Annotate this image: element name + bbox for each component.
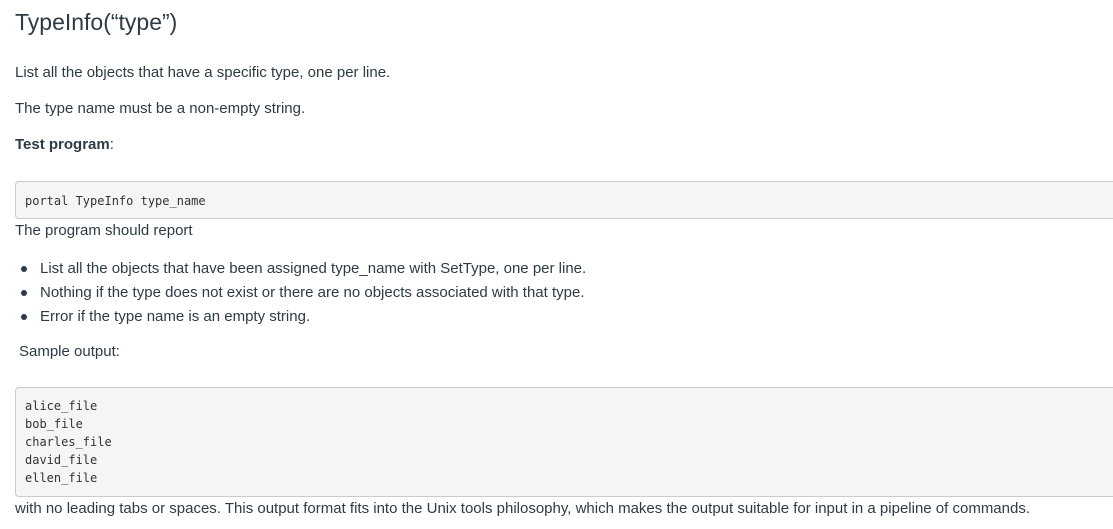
sample-output-code-block: alice_file bob_file charles_file david_file… [15,387,1113,497]
bullet-icon [21,290,27,296]
test-program-label: Test program [15,136,110,153]
sample-output-label: Sample output: [19,343,120,360]
closing-paragraph: with no leading tabs or spaces. This out… [15,500,1031,517]
report-list-item-text: Error if the type name is an empty strin… [40,308,311,325]
report-list: List all the objects that have been assi… [15,257,586,329]
sample-output-line: david_file [25,453,98,467]
report-list-item: List all the objects that have been assi… [21,257,587,281]
requirement-paragraph: The type name must be a non-empty string… [15,100,306,117]
intro-paragraph: List all the objects that have a specifi… [15,64,391,81]
sample-output-line: alice_file [25,399,98,413]
sample-output-line: ellen_file [25,471,98,485]
test-command-code-block: portal TypeInfo type_name [15,181,1113,219]
sample-output-line: bob_file [25,417,83,431]
report-list-item-text: Nothing if the type does not exist or th… [40,284,585,301]
bullet-icon [21,266,27,272]
report-list-item-text: List all the objects that have been assi… [40,260,587,277]
test-program-heading: Test program: [15,135,114,155]
test-command: portal TypeInfo type_name [25,194,206,208]
sample-output-line: charles_file [25,435,112,449]
test-program-colon: : [109,136,114,153]
report-list-item: Nothing if the type does not exist or th… [21,281,586,305]
page-title: TypeInfo(“type”) [15,9,178,35]
bullet-icon [21,314,27,320]
report-intro-paragraph: The program should report [15,222,193,239]
report-list-item: Error if the type name is an empty strin… [21,305,586,329]
